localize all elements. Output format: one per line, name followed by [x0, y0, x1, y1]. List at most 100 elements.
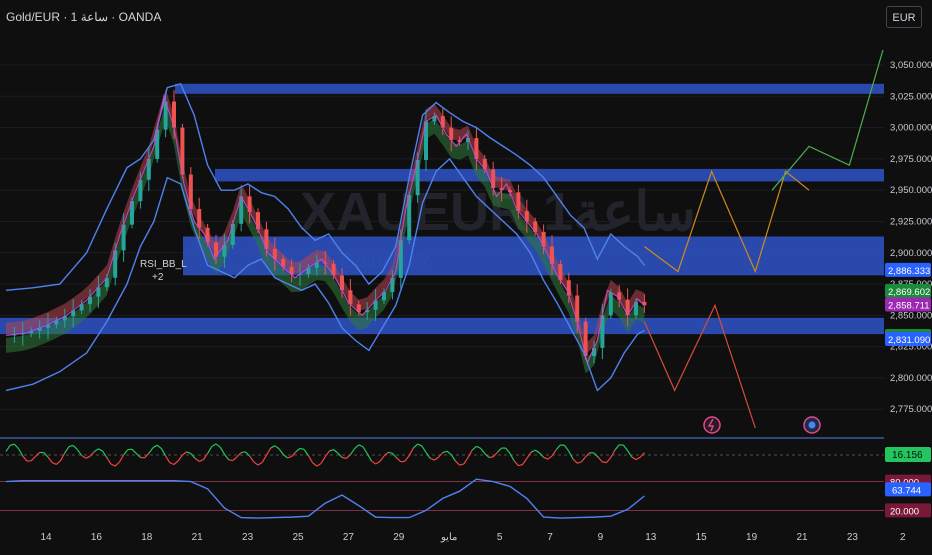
momentum-segment: [23, 456, 27, 461]
momentum-segment: [166, 456, 170, 463]
momentum-segment: [464, 458, 468, 464]
momentum-segment: [48, 457, 52, 463]
candle-body: [197, 209, 201, 228]
indicator-name-label: RSI_BB_L: [140, 259, 187, 270]
momentum-segment: [367, 454, 371, 461]
momentum-segment: [447, 451, 451, 455]
y-tick-label: 3,025.000: [890, 91, 932, 102]
momentum-segment: [77, 450, 81, 456]
momentum-segment: [191, 454, 195, 459]
momentum-segment: [10, 444, 14, 445]
momentum-segment: [434, 457, 438, 460]
momentum-segment: [199, 460, 203, 462]
price-label-text: 2,858.711: [888, 300, 930, 311]
momentum-segment: [82, 455, 86, 458]
momentum-segment: [371, 461, 375, 464]
x-tick-label: 7: [547, 532, 553, 543]
momentum-segment: [409, 448, 413, 455]
momentum-segment: [577, 462, 581, 463]
momentum-segment: [321, 457, 325, 464]
momentum-segment: [388, 452, 392, 453]
price-label-text: 2,869.602: [888, 287, 930, 298]
momentum-segment: [598, 457, 602, 462]
momentum-segment: [405, 455, 409, 461]
x-tick-label: 23: [847, 532, 859, 543]
price-chart[interactable]: XAUEUR 1ساعةGold/EURRSI_BB_L+22,775.0002…: [0, 0, 932, 550]
x-tick-label: 9: [598, 532, 604, 543]
momentum-segment: [565, 445, 569, 451]
x-tick-label: مايو: [440, 532, 457, 543]
currency-button[interactable]: EUR: [886, 6, 922, 28]
momentum-segment: [14, 444, 18, 449]
x-tick-label: 19: [746, 532, 758, 543]
dividend-icon-dot: [809, 422, 816, 429]
momentum-segment: [523, 459, 527, 465]
momentum-segment: [182, 452, 186, 455]
momentum-segment: [35, 452, 39, 456]
x-tick-label: 16: [91, 532, 103, 543]
momentum-segment: [615, 445, 619, 450]
momentum-segment: [308, 456, 312, 463]
momentum-segment: [497, 448, 501, 452]
momentum-segment: [581, 457, 585, 462]
x-tick-label: 15: [696, 532, 708, 543]
momentum-segment: [401, 461, 405, 462]
momentum-segment: [418, 444, 422, 446]
momentum-segment: [56, 461, 60, 465]
x-tick-label: 2: [900, 532, 906, 543]
momentum-segment: [607, 458, 611, 463]
momentum-segment: [283, 454, 287, 457]
y-tick-label: 2,925.000: [890, 216, 932, 227]
momentum-segment: [153, 445, 157, 448]
momentum-segment: [413, 444, 417, 448]
zone-rect: [175, 84, 884, 94]
y-tick-label: 2,975.000: [890, 154, 932, 165]
momentum-segment: [611, 450, 615, 458]
zone-rect: [0, 318, 884, 334]
momentum-segment: [602, 462, 606, 463]
momentum-segment: [90, 452, 94, 457]
momentum-segment: [258, 462, 262, 465]
momentum-segment: [262, 455, 266, 462]
momentum-segment: [203, 453, 207, 459]
x-tick-label: 21: [192, 532, 204, 543]
momentum-segment: [460, 464, 464, 465]
rsi-line: [6, 479, 644, 518]
price-label-text: 2,886.333: [888, 266, 930, 277]
momentum-segment: [317, 463, 321, 466]
momentum-segment: [355, 445, 359, 449]
candle-body: [609, 292, 613, 315]
momentum-segment: [31, 457, 35, 461]
momentum-value-label: 16.156: [892, 450, 923, 461]
momentum-segment: [65, 447, 69, 453]
momentum-segment: [384, 452, 388, 456]
chart-area[interactable]: XAUEUR 1ساعةGold/EURRSI_BB_L+22,775.0002…: [0, 0, 932, 550]
momentum-segment: [350, 449, 354, 455]
momentum-segment: [115, 462, 119, 466]
momentum-segment: [6, 445, 10, 451]
momentum-segment: [119, 455, 123, 462]
momentum-segment: [342, 457, 346, 458]
x-tick-label: 23: [242, 532, 254, 543]
momentum-segment: [208, 447, 212, 454]
momentum-segment: [279, 449, 283, 455]
momentum-segment: [145, 453, 149, 457]
momentum-segment: [136, 453, 140, 457]
x-tick-label: 5: [497, 532, 503, 543]
x-tick-label: 21: [796, 532, 808, 543]
momentum-segment: [422, 446, 426, 452]
momentum-segment: [266, 448, 270, 455]
momentum-segment: [132, 449, 136, 453]
momentum-segment: [275, 446, 279, 449]
y-tick-label: 2,850.000: [890, 310, 932, 321]
momentum-segment: [329, 450, 333, 451]
x-tick-label: 25: [292, 532, 304, 543]
momentum-segment: [296, 448, 300, 452]
momentum-segment: [468, 450, 472, 457]
momentum-segment: [560, 445, 564, 446]
momentum-segment: [544, 457, 548, 459]
indicator-extra-label: +2: [152, 272, 164, 283]
momentum-segment: [376, 462, 380, 465]
momentum-segment: [94, 449, 98, 452]
momentum-segment: [212, 444, 216, 447]
